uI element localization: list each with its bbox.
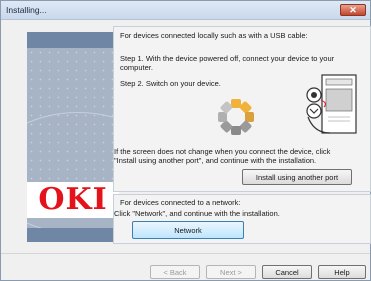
step1-text-line2: computer.: [120, 63, 153, 72]
step1-text-line1: Step 1. With the device powered off, con…: [120, 54, 335, 63]
dialog-content: OKI For devices connected locally such a…: [7, 22, 371, 250]
next-button[interactable]: Next >: [206, 265, 256, 279]
close-icon: ✕: [349, 4, 357, 15]
network-section-heading: For devices connected to a network:: [120, 198, 241, 207]
logo-band: OKI: [27, 182, 119, 218]
network-connection-group: For devices connected to a network: Clic…: [113, 194, 371, 244]
network-instruction-text: Click "Network", and continue with the i…: [114, 209, 280, 218]
installer-window: Installing... ✕ OKI For devices connecte…: [0, 0, 371, 281]
usb-section-heading: For devices connected locally such as wi…: [120, 31, 308, 40]
help-button[interactable]: Help: [318, 265, 366, 279]
footer-separator: [1, 253, 370, 254]
side-panel-header-band: [27, 32, 119, 48]
hint-text-line1: If the screen does not change when you c…: [114, 147, 331, 156]
step2-text: Step 2. Switch on your device.: [120, 79, 221, 88]
back-button[interactable]: < Back: [150, 265, 200, 279]
network-button[interactable]: Network: [132, 221, 244, 239]
install-another-port-button[interactable]: Install using another port: [242, 169, 352, 185]
close-button[interactable]: ✕: [340, 4, 366, 16]
brand-side-panel: OKI: [27, 32, 119, 242]
hint-text-line2: "Install using another port", and contin…: [114, 156, 317, 165]
oki-logo: OKI: [38, 182, 108, 217]
usb-printer-icon: [306, 74, 357, 134]
usb-connection-group: For devices connected locally such as wi…: [113, 26, 371, 192]
window-title: Installing...: [6, 5, 47, 15]
loading-spinner-icon: [218, 99, 254, 135]
side-panel-footer-band: [27, 228, 119, 242]
title-bar: Installing... ✕: [1, 1, 370, 20]
cancel-button[interactable]: Cancel: [262, 265, 312, 279]
